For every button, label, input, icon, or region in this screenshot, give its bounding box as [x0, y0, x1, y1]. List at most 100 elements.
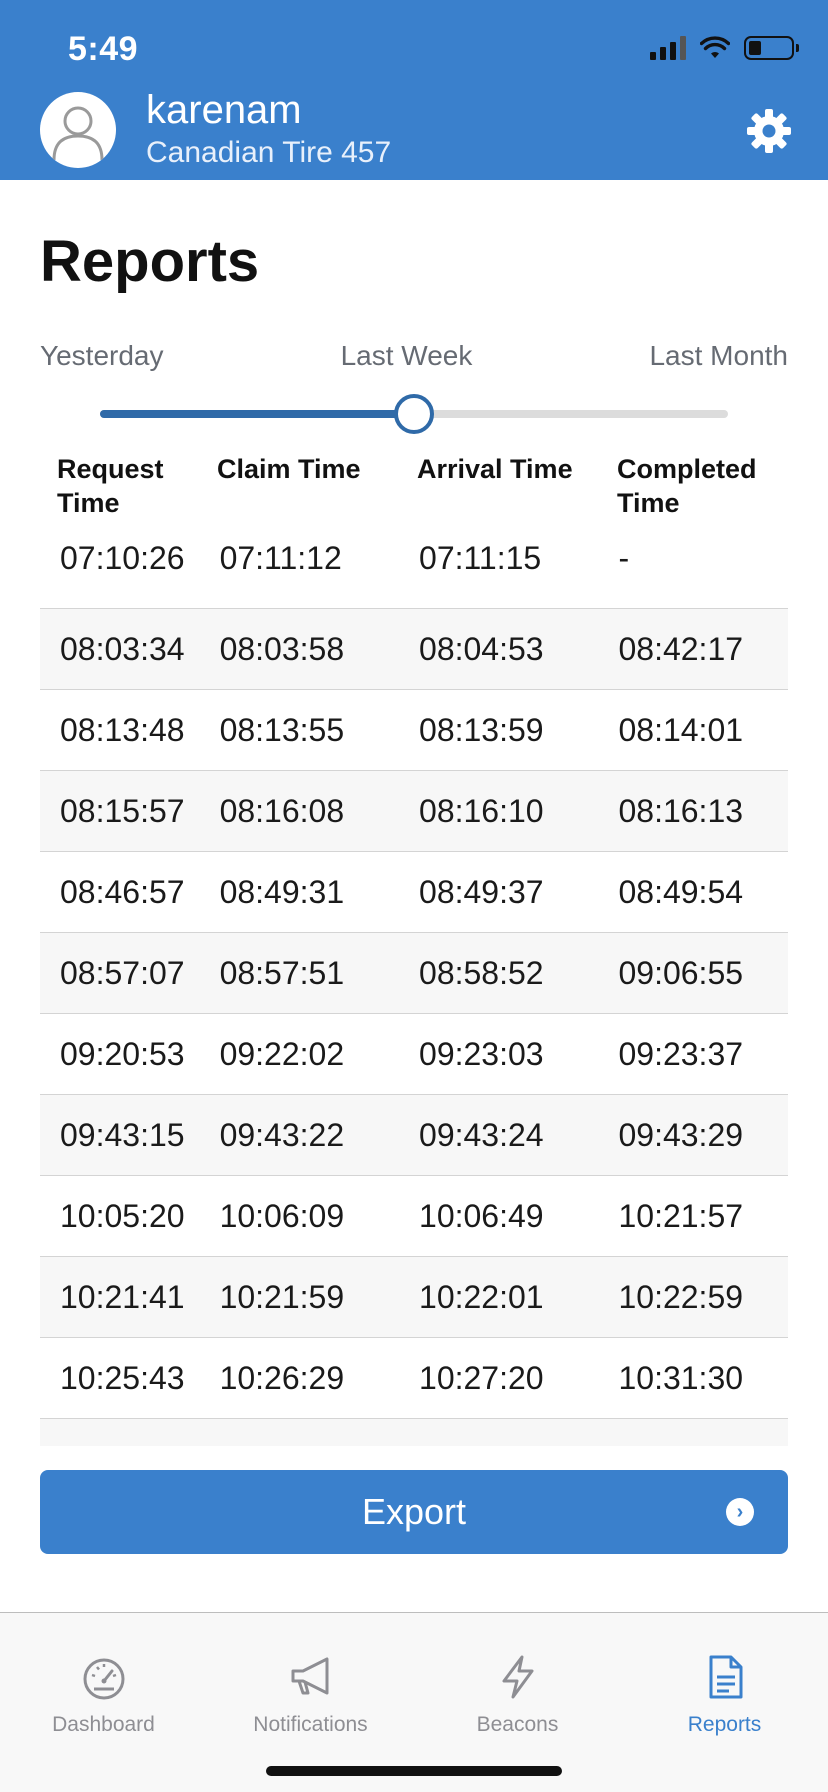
table-cell: 10:21:41: [60, 1278, 185, 1315]
table-cell: 08:03:34: [60, 630, 185, 667]
table-cell: 10:22:01: [419, 1278, 544, 1315]
table-cell: 10:26:29: [219, 1359, 345, 1396]
store-name: Canadian Tire 457: [146, 136, 392, 169]
tab-label-notifications: Notifications: [253, 1713, 368, 1736]
table-cell: 08:13:55: [219, 711, 345, 748]
table-cell: 08:46:57: [60, 873, 185, 910]
cellular-signal-icon: [650, 36, 686, 60]
table-cell: 08:57:51: [219, 954, 345, 991]
table-cell: 10:32:13: [618, 1441, 788, 1447]
table-cell: 08:58:52: [419, 954, 544, 991]
table-cell: 10:06:09: [219, 1197, 345, 1234]
table-row: 08:57:07 08:57:51 08:58:52 09:06:55: [40, 933, 788, 1014]
table-cell: 08:49:31: [219, 873, 345, 910]
table-cell: 08:49:37: [419, 873, 544, 910]
table-cell: 09:20:53: [60, 1035, 185, 1072]
table-row: 08:46:57 08:49:31 08:49:37 08:49:54: [40, 852, 788, 933]
range-option-last-month[interactable]: Last Month: [649, 340, 788, 372]
column-header-completed-time: Completed Time: [617, 454, 757, 518]
slider-thumb[interactable]: [394, 394, 434, 434]
table-cell: 08:16:08: [219, 792, 345, 829]
table-cell: 10:31:02: [60, 1441, 220, 1447]
table-row: 08:13:48 08:13:55 08:13:59 08:14:01: [40, 690, 788, 771]
table-cell: 07:11:15: [419, 540, 542, 576]
range-labels: Yesterday Last Week Last Month: [40, 340, 788, 372]
table-row: 07:10:26 07:11:12 07:11:15 -: [40, 530, 788, 609]
table-cell: 08:42:17: [618, 630, 744, 667]
column-header-arrival-time: Arrival Time: [417, 454, 573, 484]
table-cell: 10:21:59: [219, 1278, 345, 1315]
status-icons: [650, 36, 799, 60]
tab-reports[interactable]: Reports: [621, 1613, 828, 1792]
speedometer-icon: [83, 1658, 124, 1700]
table-cell: 10:25:43: [60, 1359, 185, 1396]
table-cell: 10:31:32: [220, 1441, 419, 1447]
table-header: Request Time Claim Time Arrival Time Com…: [40, 452, 788, 530]
table-cell: 10:27:20: [419, 1359, 544, 1396]
user-silhouette-icon: [52, 106, 104, 161]
table-cell: 08:03:58: [219, 630, 345, 667]
range-slider[interactable]: [100, 394, 728, 434]
export-button[interactable]: Export ›: [40, 1470, 788, 1554]
table-row: 10:25:43 10:26:29 10:27:20 10:31:30: [40, 1338, 788, 1419]
table-cell: -: [618, 540, 630, 576]
home-indicator: [266, 1766, 562, 1776]
table-cell: 09:23:37: [618, 1035, 744, 1072]
table-cell: 09:43:15: [60, 1116, 185, 1153]
page-title: Reports: [40, 229, 260, 294]
battery-icon: [744, 36, 799, 60]
table-cell: 08:57:07: [60, 954, 185, 991]
table-cell: 10:31:40: [419, 1441, 618, 1447]
table-cell: 10:05:20: [60, 1197, 185, 1234]
table-row: 10:31:0210:31:3210:31:4010:32:13: [40, 1419, 788, 1446]
column-header-request-time: Request Time: [57, 454, 164, 518]
megaphone-icon: [291, 1657, 328, 1695]
table-row: 10:21:41 10:21:59 10:22:01 10:22:59: [40, 1257, 788, 1338]
chevron-right-icon: ›: [726, 1498, 754, 1526]
app-header: 5:49 karenam Canadian Tire 457: [0, 0, 828, 180]
table-cell: 08:16:10: [419, 792, 544, 829]
table-row: 08:03:34 08:03:58 08:04:53 08:42:17: [40, 609, 788, 690]
tab-label-reports: Reports: [687, 1713, 762, 1736]
table-cell: 09:43:24: [419, 1116, 544, 1153]
table-body: 07:10:26 07:11:12 07:11:15 - 08:03:34 08:03:5…: [40, 530, 788, 1446]
table-cell: 10:22:59: [618, 1278, 744, 1315]
table-cell: 08:16:13: [618, 792, 744, 829]
reports-table[interactable]: Request Time Claim Time Arrival Time Com…: [40, 452, 788, 1446]
table-row: 09:43:15 09:43:22 09:43:24 09:43:29: [40, 1095, 788, 1176]
user-name: karenam: [146, 88, 302, 132]
table-cell: 08:13:48: [60, 711, 185, 748]
table-cell: 07:10:26: [60, 540, 185, 576]
bolt-icon: [502, 1655, 533, 1699]
table-row: 08:15:57 08:16:08 08:16:10 08:16:13: [40, 771, 788, 852]
table-cell: 10:06:49: [419, 1197, 544, 1234]
table-cell: 07:11:12: [219, 540, 342, 576]
range-option-yesterday[interactable]: Yesterday: [40, 340, 164, 372]
avatar[interactable]: [40, 92, 116, 168]
export-label: Export: [361, 1491, 467, 1532]
tab-bar: Dashboard Notifications Beacons Reports: [0, 1612, 828, 1792]
tab-label-beacons: Beacons: [476, 1713, 559, 1736]
table-cell: 08:15:57: [60, 792, 185, 829]
table-cell: 10:31:30: [618, 1359, 744, 1396]
table-cell: 09:43:22: [219, 1116, 345, 1153]
slider-fill: [100, 410, 414, 418]
wifi-icon: [700, 36, 730, 58]
table-cell: 09:06:55: [618, 954, 744, 991]
column-header-claim-time: Claim Time: [217, 454, 361, 484]
table-cell: 08:04:53: [419, 630, 544, 667]
gear-icon[interactable]: [746, 108, 792, 154]
tab-dashboard[interactable]: Dashboard: [0, 1613, 207, 1792]
table-row: 09:20:53 09:22:02 09:23:03 09:23:37: [40, 1014, 788, 1095]
table-cell: 08:14:01: [618, 711, 744, 748]
table-cell: 08:49:54: [618, 873, 744, 910]
table-cell: 09:43:29: [618, 1116, 744, 1153]
range-option-last-week[interactable]: Last Week: [341, 340, 473, 372]
table-cell: 10:21:57: [618, 1197, 744, 1234]
document-icon: [709, 1655, 742, 1699]
table-cell: 09:23:03: [419, 1035, 544, 1072]
tab-label-dashboard: Dashboard: [52, 1713, 155, 1736]
table-cell: 09:22:02: [219, 1035, 345, 1072]
table-cell: 08:13:59: [419, 711, 544, 748]
status-time: 5:49: [68, 30, 139, 68]
